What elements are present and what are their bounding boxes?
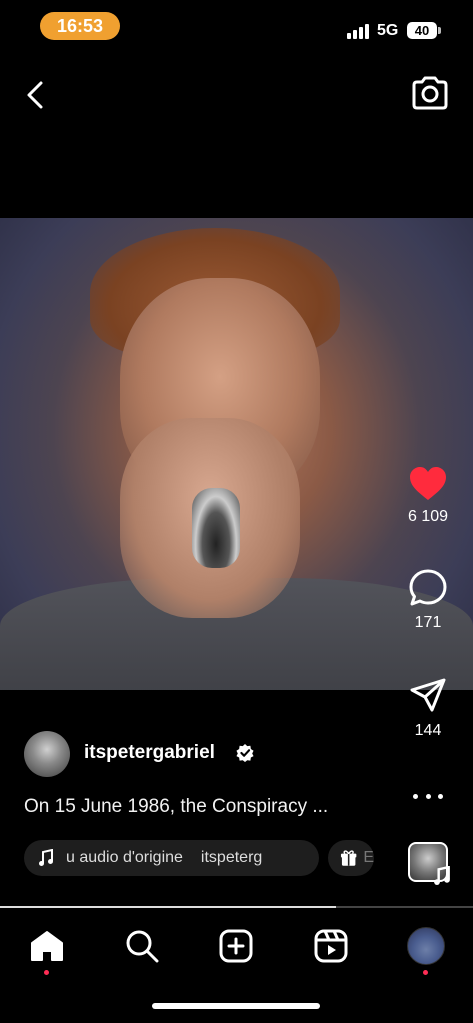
gift-icon — [340, 850, 357, 866]
home-notification-dot — [44, 970, 49, 975]
share-count: 144 — [414, 722, 442, 739]
gift-chip-label: E — [363, 849, 374, 866]
create-icon — [219, 929, 253, 963]
profile-notification-dot — [423, 970, 428, 975]
chevron-left-icon — [27, 81, 43, 109]
profile-avatar — [407, 927, 445, 965]
nav-search[interactable] — [122, 926, 162, 966]
signal-icon — [347, 24, 369, 39]
comment-icon — [409, 569, 447, 606]
back-button[interactable] — [18, 78, 52, 112]
battery-indicator: 40 — [407, 22, 437, 39]
gift-chip[interactable]: E — [328, 840, 374, 876]
audio-chip-author: itspeterg — [200, 849, 263, 866]
camera-button[interactable] — [408, 72, 452, 114]
like-count: 6 109 — [407, 508, 449, 525]
network-label: 5G — [377, 22, 399, 39]
post-caption[interactable]: On 15 June 1986, the Conspiracy ... — [24, 796, 328, 818]
music-note-badge-icon — [434, 866, 450, 885]
heart-icon — [410, 467, 446, 500]
share-button[interactable]: 144 — [393, 676, 463, 740]
camera-icon — [412, 76, 448, 110]
reels-icon — [314, 929, 348, 963]
home-icon — [31, 931, 63, 961]
music-note-icon — [39, 849, 53, 866]
nav-reels[interactable] — [311, 926, 351, 966]
like-button[interactable]: 6 109 — [393, 466, 463, 526]
nav-home[interactable] — [27, 926, 67, 966]
more-options-button[interactable] — [413, 786, 443, 806]
send-icon — [410, 678, 446, 712]
video-progress-fill — [0, 906, 336, 908]
author-avatar[interactable] — [24, 731, 70, 777]
home-indicator — [152, 1003, 320, 1009]
author-name[interactable]: itspetergabriel — [84, 742, 215, 764]
battery-tip — [438, 27, 441, 34]
search-icon — [126, 930, 159, 963]
nav-create[interactable] — [216, 926, 256, 966]
comment-count: 171 — [414, 614, 442, 631]
nav-profile[interactable] — [406, 926, 446, 966]
audio-chip-label: u audio d'origine — [66, 849, 183, 866]
verified-badge-icon — [236, 744, 254, 762]
video-frame-microphone — [192, 488, 240, 568]
status-time: 16:53 — [40, 12, 120, 40]
comment-button[interactable]: 171 — [393, 568, 463, 632]
audio-chip[interactable]: u audio d'origine itspeterg — [24, 840, 319, 876]
